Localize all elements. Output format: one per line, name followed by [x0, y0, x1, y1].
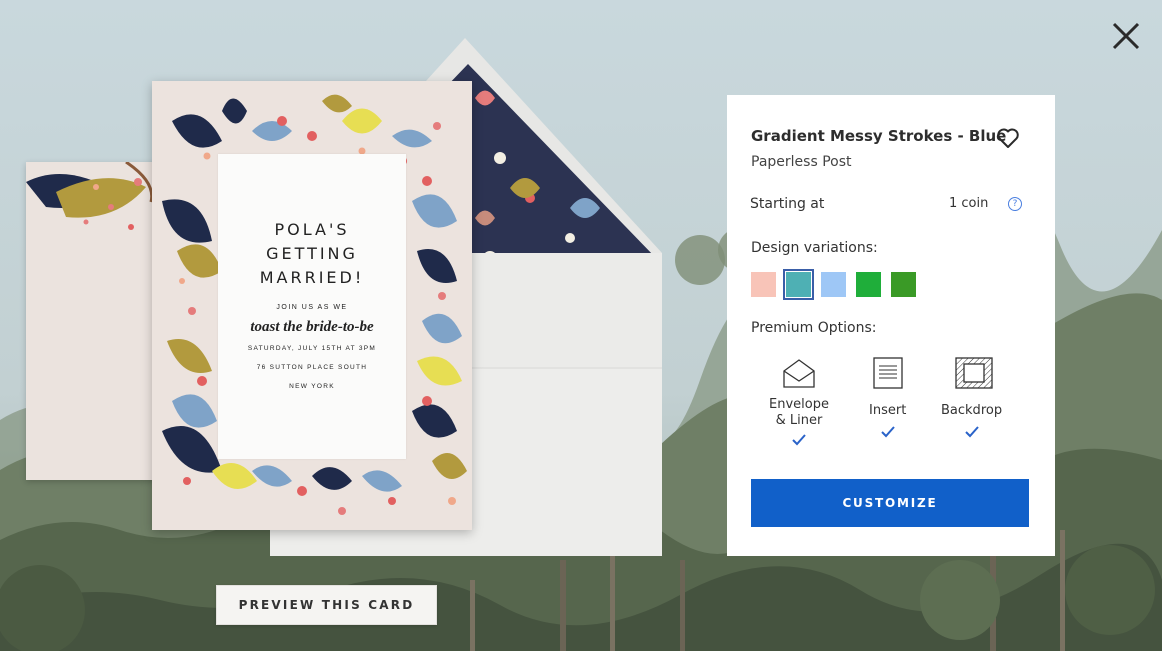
- option-label-insert: Insert: [869, 403, 907, 418]
- swatch-teal[interactable]: [783, 269, 814, 300]
- card-address: 76 SUTTON PLACE SOUTH: [256, 364, 368, 371]
- insert-icon: [870, 355, 906, 391]
- heart-icon[interactable]: [996, 127, 1020, 149]
- swatch-peach[interactable]: [751, 272, 776, 297]
- premium-options-label: Premium Options:: [751, 320, 877, 336]
- swatch-green[interactable]: [856, 272, 881, 297]
- option-label-envelope: Envelope & Liner: [769, 397, 829, 428]
- checkmark-icon[interactable]: [964, 425, 980, 439]
- close-icon[interactable]: [1108, 18, 1144, 54]
- preview-card-button[interactable]: PREVIEW THIS CARD: [216, 585, 437, 625]
- swatch-dark-green[interactable]: [891, 272, 916, 297]
- checkmark-icon[interactable]: [880, 425, 896, 439]
- product-title: Gradient Messy Strokes - Blue: [751, 127, 1007, 145]
- option-label-backdrop: Backdrop: [941, 403, 1003, 418]
- product-panel: Gradient Messy Strokes - Blue Paperless …: [727, 95, 1055, 556]
- starting-at-label: Starting at: [750, 196, 825, 212]
- help-icon[interactable]: ?: [1008, 197, 1022, 211]
- card-date: SATURDAY, JULY 15TH AT 3PM: [247, 345, 377, 352]
- card-join-line: JOIN US AS WE: [276, 304, 348, 311]
- card-toast-line: toast the bride-to-be: [250, 319, 374, 335]
- price-value: 1 coin: [949, 196, 989, 211]
- backdrop-icon: [954, 355, 993, 391]
- card-title: POLA'S GETTING MARRIED!: [259, 220, 365, 287]
- envelope-icon: [781, 355, 817, 391]
- card-text-panel: POLA'S GETTING MARRIED! JOIN US AS WE to…: [218, 154, 406, 459]
- customize-button[interactable]: CUSTOMIZE: [751, 479, 1029, 527]
- swatch-list: [751, 269, 926, 300]
- checkmark-icon[interactable]: [791, 433, 807, 447]
- design-variations-label: Design variations:: [751, 240, 878, 256]
- option-envelope-liner: Envelope & Liner: [769, 355, 829, 447]
- brand-name: Paperless Post: [751, 154, 852, 170]
- option-insert: Insert: [869, 355, 906, 439]
- invitation-card: POLA'S GETTING MARRIED! JOIN US AS WE to…: [152, 81, 472, 530]
- swatch-light-blue[interactable]: [821, 272, 846, 297]
- option-backdrop: Backdrop: [941, 355, 1002, 439]
- card-city: NEW YORK: [289, 383, 335, 390]
